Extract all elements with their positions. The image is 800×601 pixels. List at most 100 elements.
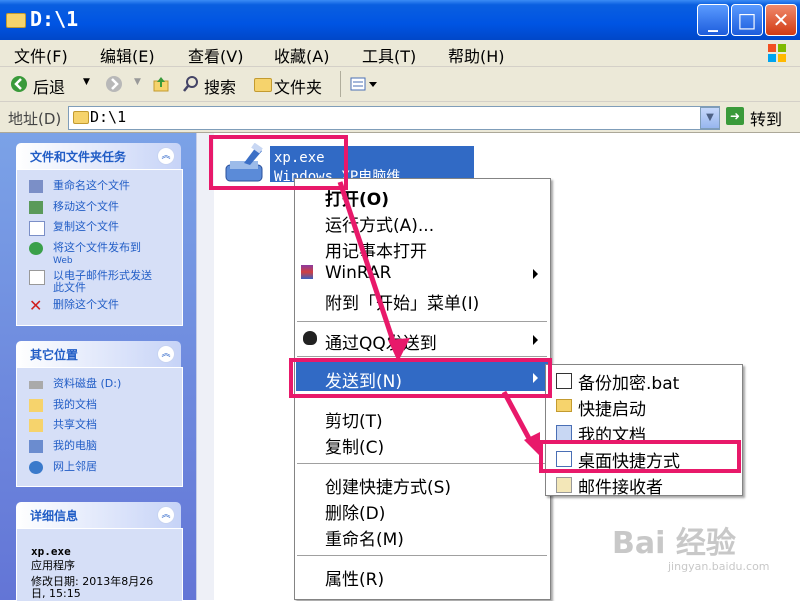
submenu-arrow-icon	[533, 335, 538, 345]
watermark-url: jingyan.baidu.com	[668, 560, 770, 573]
place-network[interactable]: 网上邻居	[53, 461, 97, 473]
menu-edit[interactable]: 编辑(E)	[100, 43, 155, 67]
task-publish-web[interactable]: 将这个文件发布到 Web	[53, 242, 141, 267]
network-icon	[29, 461, 43, 474]
menu-view[interactable]: 查看(V)	[188, 43, 243, 67]
my-documents-icon	[556, 425, 572, 441]
close-button[interactable]: ✕	[765, 4, 797, 36]
address-label: 地址(D)	[8, 110, 62, 128]
highlight-desktop-shortcut	[539, 440, 741, 473]
pane-divider[interactable]	[196, 133, 214, 600]
place-drive[interactable]: 资料磁盘 (D:)	[53, 378, 121, 390]
tasks-panel-header[interactable]: 文件和文件夹任务 ︽	[16, 143, 181, 169]
winrar-icon	[301, 265, 313, 279]
menu-separator	[297, 555, 547, 556]
menu-create-shortcut[interactable]: 创建快捷方式(S)	[325, 473, 451, 498]
menu-favorites[interactable]: 收藏(A)	[274, 43, 329, 67]
sendto-quick-launch[interactable]: 快捷启动	[578, 395, 646, 420]
menu-properties[interactable]: 属性(R)	[325, 565, 384, 590]
go-label: 转到	[750, 110, 783, 129]
mail-recipient-icon	[556, 477, 572, 493]
delete-icon: ✕	[29, 296, 43, 315]
views-icon[interactable]	[350, 76, 378, 92]
tasks-panel-title: 文件和文件夹任务	[30, 150, 127, 164]
task-delete[interactable]: 删除这个文件	[53, 299, 119, 311]
collapse-chevron-icon[interactable]: ︽	[157, 345, 175, 363]
task-email-line2: 此文件	[53, 281, 86, 294]
task-publish-web-line1: 将这个文件发布到	[53, 241, 141, 254]
task-email[interactable]: 以电子邮件形式发送 此文件	[53, 270, 152, 294]
menu-delete[interactable]: 删除(D)	[325, 499, 385, 524]
menu-pin-start[interactable]: 附到「开始」菜单(I)	[325, 289, 479, 314]
menu-run-as[interactable]: 运行方式(A)...	[325, 211, 434, 236]
menu-tools[interactable]: 工具(T)	[362, 43, 416, 67]
toolbar-divider	[340, 71, 341, 97]
folder-icon	[6, 13, 26, 28]
up-folder-icon[interactable]	[152, 75, 170, 93]
task-move[interactable]: 移动这个文件	[53, 201, 119, 213]
task-publish-web-line2: Web	[53, 256, 73, 266]
go-arrow-icon: ➜	[726, 107, 744, 125]
sendto-mail-recipient[interactable]: 邮件接收者	[578, 473, 663, 498]
details-panel-header[interactable]: 详细信息 ︽	[16, 502, 181, 528]
address-folder-icon	[73, 111, 89, 124]
menu-separator	[297, 463, 547, 464]
submenu-arrow-icon	[533, 269, 538, 279]
qq-penguin-icon	[303, 331, 317, 345]
places-panel-header[interactable]: 其它位置 ︽	[16, 341, 181, 367]
address-value[interactable]: D:\1	[90, 108, 126, 126]
menu-separator	[297, 321, 547, 322]
menu-cut[interactable]: 剪切(T)	[325, 407, 383, 432]
sendto-backup-bat[interactable]: 备份加密.bat	[578, 369, 679, 394]
drive-icon	[29, 381, 43, 389]
copy-icon	[29, 221, 45, 236]
minimize-button[interactable]: _	[697, 4, 729, 36]
details-panel-title: 详细信息	[30, 509, 79, 523]
email-icon	[29, 270, 45, 285]
search-icon[interactable]	[182, 75, 200, 93]
maximize-button[interactable]: □	[731, 4, 763, 36]
menu-open-notepad[interactable]: 用记事本打开	[325, 237, 427, 262]
collapse-chevron-icon[interactable]: ︽	[157, 147, 175, 165]
place-my-documents[interactable]: 我的文档	[53, 399, 97, 411]
place-my-computer[interactable]: 我的电脑	[53, 440, 97, 452]
collapse-chevron-icon[interactable]: ︽	[157, 506, 175, 524]
address-bar: 地址(D) D:\1 ▼ ➜ 转到	[0, 102, 800, 133]
menu-send-qq[interactable]: 通过QQ发送到	[325, 329, 437, 354]
folders-icon[interactable]	[254, 78, 272, 92]
my-documents-icon	[29, 399, 43, 412]
windows-logo-icon	[768, 44, 786, 62]
details-panel: xp.exe 应用程序 修改日期: 2013年8月26 日, 15:15	[16, 528, 183, 601]
details-modified-2: 日, 15:15	[31, 587, 81, 600]
menu-bar: 文件(F) 编辑(E) 查看(V) 收藏(A) 工具(T) 帮助(H)	[0, 40, 800, 67]
bat-file-icon	[556, 373, 572, 389]
task-rename[interactable]: 重命名这个文件	[53, 180, 130, 192]
search-button[interactable]: 搜索	[204, 74, 236, 98]
forward-arrow-icon[interactable]	[105, 75, 123, 93]
shared-documents-icon	[29, 419, 43, 432]
menu-winrar[interactable]: WinRAR	[325, 263, 392, 283]
my-computer-icon	[29, 440, 43, 453]
menu-help[interactable]: 帮助(H)	[448, 43, 505, 67]
back-dropdown-icon[interactable]: ▼	[83, 77, 90, 87]
places-panel-title: 其它位置	[30, 348, 79, 362]
menu-copy[interactable]: 复制(C)	[325, 433, 384, 458]
menu-rename[interactable]: 重命名(M)	[325, 525, 404, 550]
forward-dropdown-icon[interactable]: ▼	[134, 77, 141, 87]
address-dropdown-icon[interactable]: ▼	[700, 107, 720, 129]
back-arrow-icon[interactable]	[10, 75, 28, 93]
highlight-file	[209, 135, 348, 190]
details-file-type: 应用程序	[31, 559, 75, 572]
window-title: D:\1	[30, 7, 79, 31]
highlight-send-to	[289, 358, 552, 398]
address-input[interactable]	[68, 106, 720, 130]
back-button[interactable]: 后退	[33, 74, 65, 98]
menu-separator	[297, 356, 547, 357]
toolbar: 后退 ▼ ▼ 搜索 文件夹	[0, 67, 800, 102]
place-shared-documents[interactable]: 共享文档	[53, 419, 97, 431]
title-bar: D:\1 _ □ ✕	[0, 0, 800, 40]
task-copy[interactable]: 复制这个文件	[53, 221, 119, 233]
move-icon	[29, 201, 43, 214]
menu-file[interactable]: 文件(F)	[14, 43, 68, 67]
folders-button[interactable]: 文件夹	[274, 74, 322, 98]
